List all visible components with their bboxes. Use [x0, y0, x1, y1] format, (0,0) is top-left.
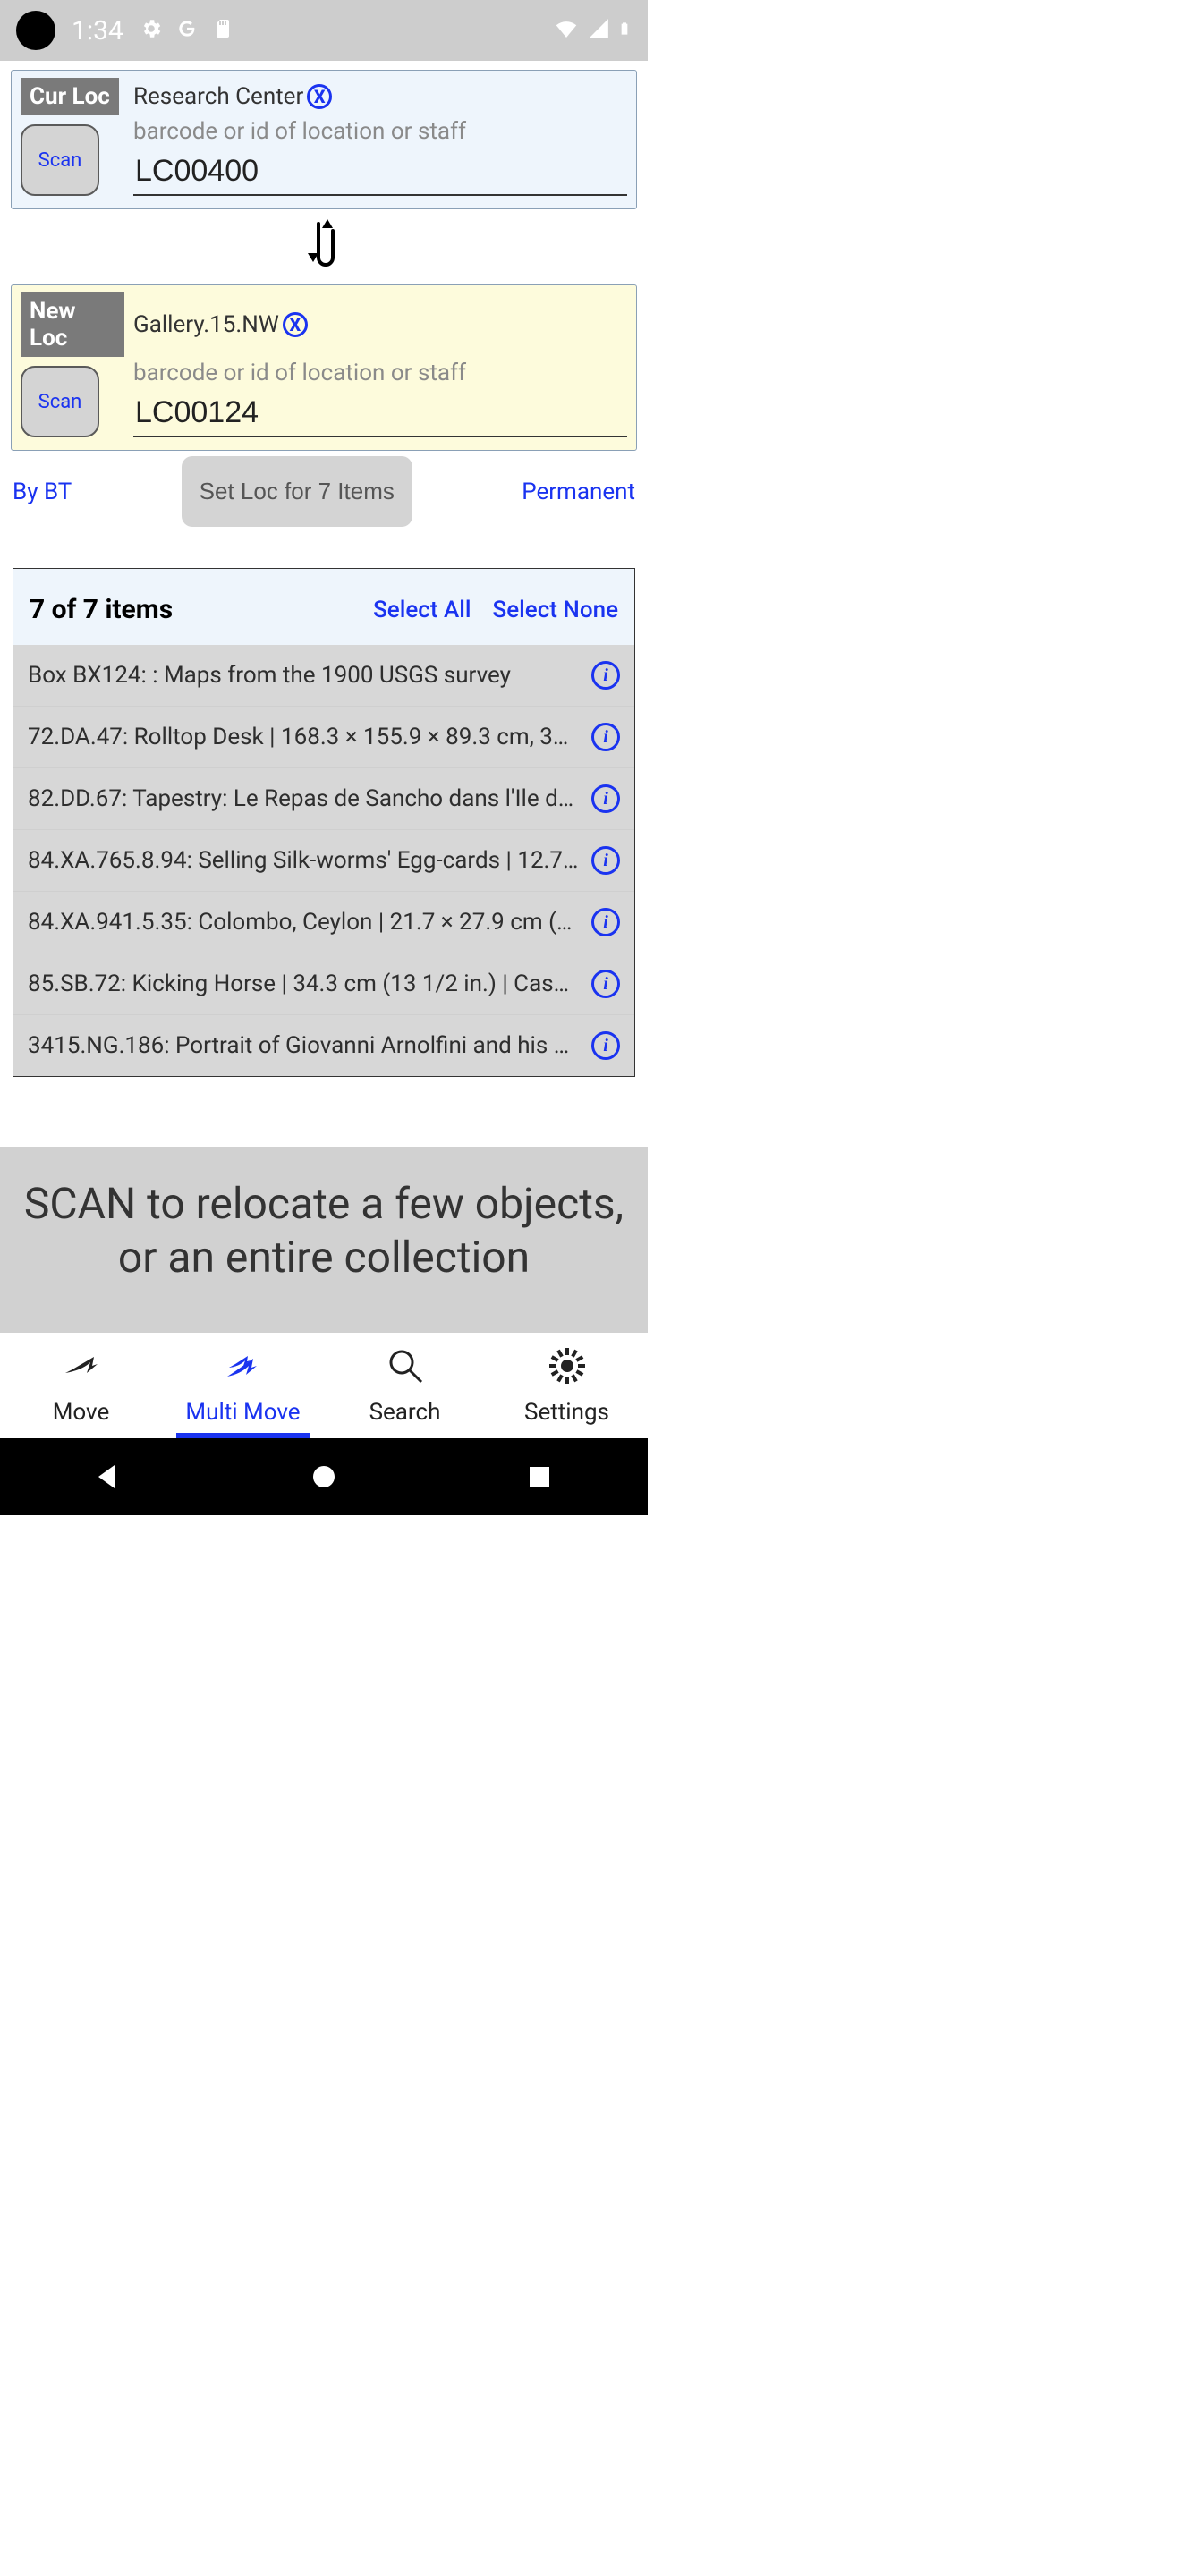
new-location-card: New Loc Gallery.15.NW Scan barcode or id… [11, 284, 637, 451]
bottom-tab-bar: Move Multi Move Search Settings [0, 1333, 648, 1438]
action-row: By BT Set Loc for 7 Items Permanent [11, 451, 637, 543]
move-icon [62, 1346, 101, 1392]
settings-gear-icon [140, 17, 163, 44]
items-list: Box BX124: : Maps from the 1900 USGS sur… [13, 645, 634, 1076]
battery-icon [617, 16, 632, 45]
status-time: 1:34 [72, 15, 123, 47]
item-text: 72.DA.47: Rolltop Desk | 168.3 × 155.9 ×… [28, 724, 579, 750]
select-all-link[interactable]: Select All [373, 597, 471, 623]
info-icon[interactable] [591, 908, 620, 936]
wifi-icon [553, 15, 580, 46]
info-icon[interactable] [591, 1031, 620, 1060]
tab-search[interactable]: Search [324, 1333, 486, 1438]
item-text: 82.DD.67: Tapestry: Le Repas de Sancho d… [28, 785, 579, 812]
item-text: 3415.NG.186: Portrait of Giovanni Arnolf… [28, 1032, 579, 1059]
list-item[interactable]: 84.XA.765.8.94: Selling Silk-worms' Egg-… [13, 829, 634, 891]
tab-settings[interactable]: Settings [486, 1333, 648, 1438]
new-location-badge: New Loc [21, 292, 124, 357]
list-item[interactable]: 85.SB.72: Kicking Horse | 34.3 cm (13 1/… [13, 953, 634, 1014]
nav-home-icon[interactable] [309, 1462, 339, 1492]
set-location-button[interactable]: Set Loc for 7 Items [182, 456, 412, 527]
item-text: 85.SB.72: Kicking Horse | 34.3 cm (13 1/… [28, 970, 579, 997]
info-icon[interactable] [591, 784, 620, 813]
items-panel: 7 of 7 items Select All Select None Box … [13, 568, 635, 1077]
current-location-hint: barcode or id of location or staff [133, 118, 627, 145]
instruction-banner: SCAN to relocate a few objects, or an en… [0, 1147, 648, 1333]
info-icon[interactable] [591, 970, 620, 998]
info-icon[interactable] [591, 723, 620, 751]
android-status-bar: 1:34 [0, 0, 648, 61]
new-location-name: Gallery.15.NW [133, 311, 279, 338]
settings-gear-icon [548, 1346, 587, 1392]
scan-button-label: Scan [38, 391, 82, 413]
tab-label: Settings [524, 1399, 609, 1426]
scan-current-location-button[interactable]: Scan [21, 124, 99, 196]
clear-new-location-icon[interactable] [283, 312, 308, 337]
cell-signal-icon [587, 17, 610, 44]
tab-label: Search [369, 1399, 441, 1426]
scan-button-label: Scan [38, 149, 82, 172]
google-g-icon [175, 17, 199, 44]
info-icon[interactable] [591, 661, 620, 690]
list-item[interactable]: 82.DD.67: Tapestry: Le Repas de Sancho d… [13, 767, 634, 829]
by-bt-link[interactable]: By BT [13, 479, 72, 505]
multi-move-icon [224, 1346, 263, 1392]
tab-multi-move[interactable]: Multi Move [162, 1333, 324, 1438]
items-count: 7 of 7 items [30, 594, 352, 625]
scan-new-location-button[interactable]: Scan [21, 366, 99, 437]
tab-label: Multi Move [185, 1399, 300, 1426]
items-header: 7 of 7 items Select All Select None [13, 569, 634, 645]
nav-recent-icon[interactable] [524, 1462, 555, 1492]
clear-current-location-icon[interactable] [307, 84, 332, 109]
tab-label: Move [53, 1399, 110, 1426]
item-text: 84.XA.765.8.94: Selling Silk-worms' Egg-… [28, 847, 579, 874]
info-icon[interactable] [591, 846, 620, 875]
android-nav-bar [0, 1438, 648, 1515]
nav-back-icon[interactable] [93, 1462, 123, 1492]
current-location-card: Cur Loc Research Center Scan barcode or … [11, 70, 637, 209]
new-location-hint: barcode or id of location or staff [133, 360, 627, 386]
list-item[interactable]: Box BX124: : Maps from the 1900 USGS sur… [13, 645, 634, 706]
permanent-link[interactable]: Permanent [522, 479, 635, 505]
list-item[interactable]: 84.XA.941.5.35: Colombo, Ceylon | 21.7 ×… [13, 891, 634, 953]
search-icon [386, 1346, 425, 1392]
tab-move[interactable]: Move [0, 1333, 162, 1438]
item-text: Box BX124: : Maps from the 1900 USGS sur… [28, 662, 579, 689]
item-text: 84.XA.941.5.35: Colombo, Ceylon | 21.7 ×… [28, 909, 579, 936]
current-location-name: Research Center [133, 83, 303, 110]
new-location-input[interactable] [133, 392, 627, 437]
swap-locations-icon[interactable] [302, 216, 345, 272]
list-item[interactable]: 72.DA.47: Rolltop Desk | 168.3 × 155.9 ×… [13, 706, 634, 767]
camera-cutout [16, 11, 55, 50]
current-location-input[interactable] [133, 150, 627, 196]
sd-card-icon [211, 18, 233, 43]
list-item[interactable]: 3415.NG.186: Portrait of Giovanni Arnolf… [13, 1014, 634, 1076]
current-location-badge: Cur Loc [21, 78, 119, 115]
select-none-link[interactable]: Select None [492, 597, 618, 623]
